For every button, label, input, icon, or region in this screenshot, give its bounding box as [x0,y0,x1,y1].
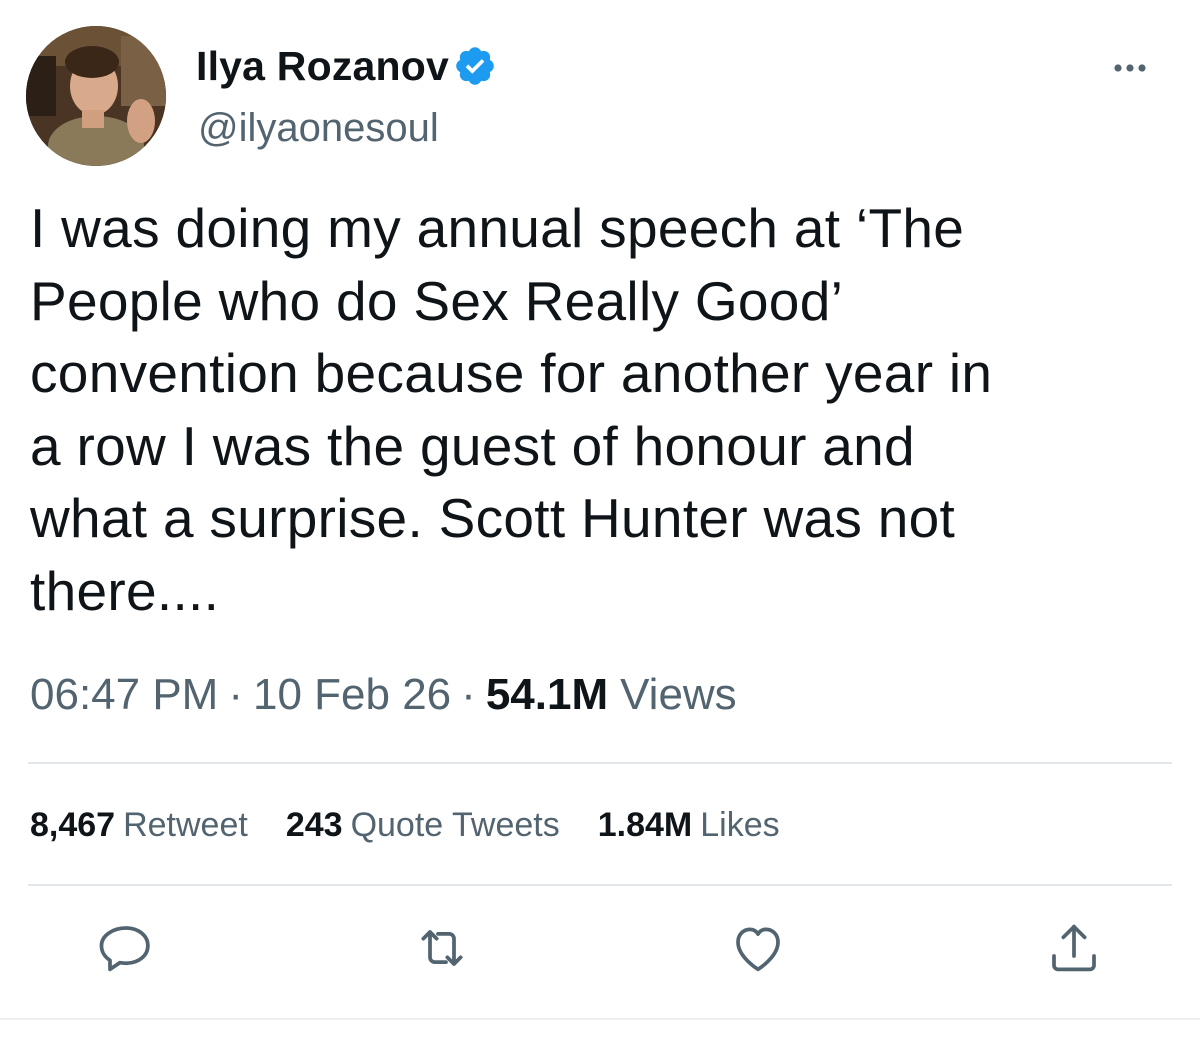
tweet-date[interactable]: 10 Feb 26 [253,670,451,720]
action-bar [0,920,1200,990]
verified-badge-icon [453,44,497,88]
reply-icon[interactable] [94,916,158,980]
share-icon[interactable] [1042,916,1106,980]
views-label[interactable]: Views [620,670,737,720]
quote-stat[interactable]: 243 Quote Tweets [286,806,560,845]
meta-separator: · [461,670,476,719]
like-count: 1.84M [597,806,693,844]
tweet-time[interactable]: 06:47 PM [30,670,218,720]
retweet-label: Retweet [123,806,248,844]
divider [28,762,1172,764]
bottom-divider [0,1018,1200,1020]
tweet-card: Ilya Rozanov @ilyaonesoul I was doing my… [0,0,1200,1038]
quote-count: 243 [285,806,343,844]
user-handle[interactable]: @ilyaonesoul [198,106,439,151]
divider [28,884,1172,886]
avatar[interactable] [26,26,166,166]
retweet-icon[interactable] [410,916,474,980]
like-icon[interactable] [726,916,790,980]
quote-label: Quote Tweets [350,806,560,844]
avatar-photo [26,26,166,166]
like-label: Likes [700,806,780,844]
more-options-icon[interactable] [1100,48,1160,88]
tweet-stats: 8,467 Retweet 243 Quote Tweets 1.84M Likes [30,806,818,845]
tweet-meta: 06:47 PM · 10 Feb 26 · 54.1M Views [30,670,737,720]
name-row: Ilya Rozanov [196,38,497,94]
retweet-count: 8,467 [30,806,116,844]
display-name[interactable]: Ilya Rozanov [196,43,449,90]
like-stat[interactable]: 1.84M Likes [598,806,780,845]
tweet-text: I was doing my annual speech at ‘The Peo… [30,197,993,622]
meta-separator: · [228,670,243,719]
views-count[interactable]: 54.1M [486,670,608,720]
retweet-stat[interactable]: 8,467 Retweet [30,806,248,845]
